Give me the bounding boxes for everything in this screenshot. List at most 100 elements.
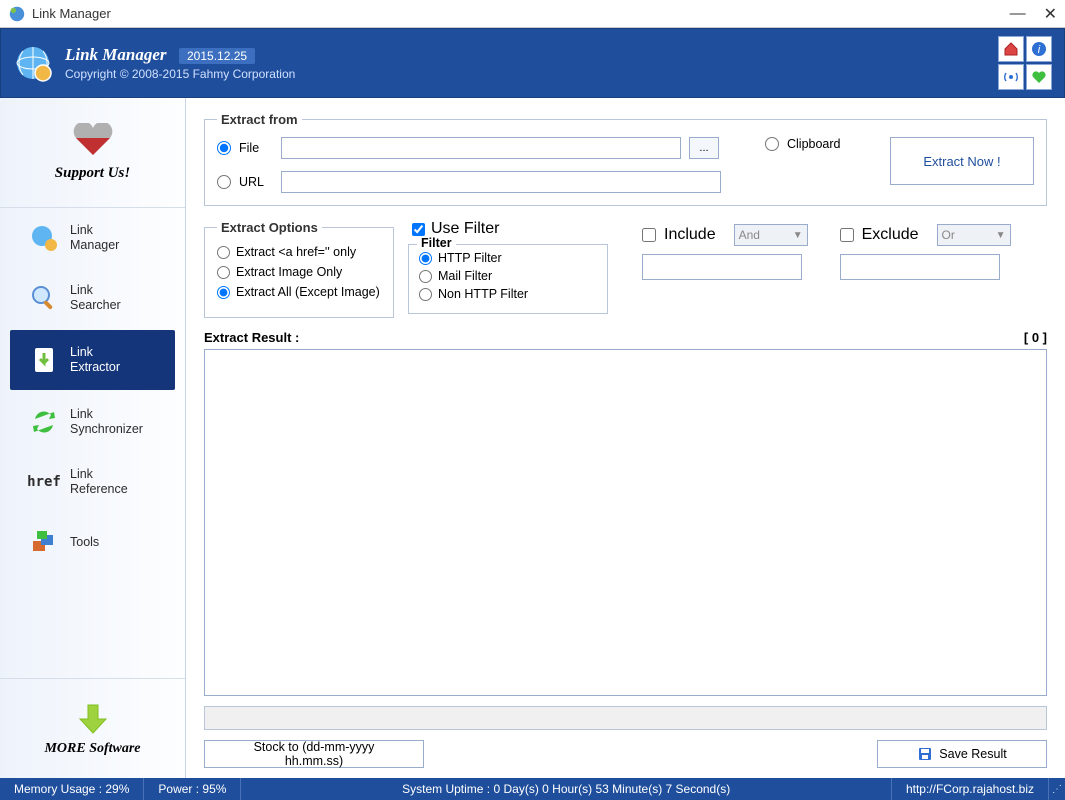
result-list[interactable] bbox=[204, 349, 1047, 696]
result-count: [ 0 ] bbox=[1024, 330, 1047, 345]
save-label: Save Result bbox=[939, 747, 1006, 761]
opt-label: Extract <a href='' only bbox=[236, 245, 356, 259]
copyright-text: Copyright © 2008-2015 Fahmy Corporation bbox=[65, 67, 295, 81]
chevron-down-icon: ▼ bbox=[793, 230, 803, 241]
exclude-label: Exclude bbox=[862, 226, 919, 244]
opt-label: Mail Filter bbox=[438, 269, 492, 283]
extract-from-group: Extract from File ... URL bbox=[204, 112, 1047, 206]
app-header: Link Manager 2015.12.25 Copyright © 2008… bbox=[0, 28, 1065, 98]
non-http-filter-radio[interactable] bbox=[419, 288, 432, 301]
include-checkbox[interactable] bbox=[642, 228, 656, 242]
power-cell: Power : 95% bbox=[144, 778, 241, 800]
support-us-button[interactable]: Support Us! bbox=[0, 98, 185, 208]
window-title: Link Manager bbox=[32, 6, 111, 21]
include-label: Include bbox=[664, 226, 716, 244]
stock-to-button[interactable]: Stock to (dd-mm-yyyy hh.mm.ss) bbox=[204, 740, 424, 768]
home-icon bbox=[1003, 41, 1019, 57]
nav-label: Extractor bbox=[70, 360, 120, 375]
version-badge: 2015.12.25 bbox=[179, 48, 255, 64]
header-title: Link Manager bbox=[65, 45, 167, 64]
broadcast-icon bbox=[1003, 69, 1019, 85]
clipboard-radio[interactable] bbox=[765, 137, 779, 151]
file-radio[interactable] bbox=[217, 141, 231, 155]
heart-icon bbox=[1031, 69, 1047, 85]
extract-options-group: Extract Options Extract <a href='' only … bbox=[204, 220, 394, 318]
extract-now-button[interactable]: Extract Now ! bbox=[890, 137, 1034, 185]
mail-filter-radio[interactable] bbox=[419, 270, 432, 283]
include-operator-select[interactable]: And▼ bbox=[734, 224, 808, 246]
opt-label: Extract All (Except Image) bbox=[236, 285, 380, 299]
home-button[interactable] bbox=[998, 36, 1024, 62]
arrow-down-icon bbox=[76, 701, 110, 735]
nav-label: Tools bbox=[70, 535, 99, 550]
more-software-button[interactable]: MORE Software bbox=[0, 678, 185, 778]
browse-file-button[interactable]: ... bbox=[689, 137, 719, 159]
filter-legend: Filter bbox=[417, 236, 456, 250]
info-icon: i bbox=[1031, 41, 1047, 57]
close-button[interactable]: ✕ bbox=[1044, 4, 1057, 24]
opt-label: Non HTTP Filter bbox=[438, 287, 528, 301]
include-text-input[interactable] bbox=[642, 254, 802, 280]
download-doc-icon bbox=[28, 344, 60, 376]
url-radio[interactable] bbox=[217, 175, 231, 189]
sidebar-item-link-reference[interactable]: href LinkReference bbox=[0, 452, 185, 512]
sync-icon bbox=[28, 406, 60, 438]
file-path-input[interactable] bbox=[281, 137, 681, 159]
filter-group: Filter HTTP Filter Mail Filter Non HTTP … bbox=[408, 244, 608, 314]
sidebar-item-link-extractor[interactable]: LinkExtractor bbox=[10, 330, 175, 390]
url-input[interactable] bbox=[281, 171, 721, 193]
heart-icon bbox=[72, 123, 114, 157]
extract-href-radio[interactable] bbox=[217, 246, 230, 259]
extract-options-legend: Extract Options bbox=[217, 220, 322, 235]
chevron-down-icon: ▼ bbox=[996, 230, 1006, 241]
clipboard-radio-label: Clipboard bbox=[787, 137, 841, 151]
more-label: MORE Software bbox=[44, 741, 140, 757]
magnifier-icon bbox=[28, 282, 60, 314]
extract-image-radio[interactable] bbox=[217, 266, 230, 279]
nav-label: Searcher bbox=[70, 298, 121, 313]
url-radio-label: URL bbox=[239, 175, 273, 189]
nav-label: Reference bbox=[70, 482, 128, 497]
sidebar-item-link-synchronizer[interactable]: LinkSynchronizer bbox=[0, 392, 185, 452]
sidebar-item-tools[interactable]: Tools bbox=[0, 512, 185, 572]
statusbar: Memory Usage : 29% Power : 95% System Up… bbox=[0, 778, 1065, 800]
result-label: Extract Result : bbox=[204, 330, 299, 345]
memory-usage-cell: Memory Usage : 29% bbox=[0, 778, 144, 800]
use-filter-checkbox[interactable] bbox=[412, 223, 425, 236]
opt-label: Extract Image Only bbox=[236, 265, 342, 279]
globe-icon bbox=[13, 43, 53, 83]
uptime-cell: System Uptime : 0 Day(s) 0 Hour(s) 53 Mi… bbox=[241, 778, 892, 800]
nav-label: Synchronizer bbox=[70, 422, 143, 437]
save-result-button[interactable]: Save Result bbox=[877, 740, 1047, 768]
minimize-button[interactable]: — bbox=[1010, 5, 1026, 23]
sidebar-item-link-manager[interactable]: LinkManager bbox=[0, 208, 185, 268]
nav-label: Link bbox=[70, 345, 120, 360]
sidebar-item-link-searcher[interactable]: LinkSearcher bbox=[0, 268, 185, 328]
nav-label: Link bbox=[70, 223, 119, 238]
nav-label: Link bbox=[70, 467, 128, 482]
exclude-operator-select[interactable]: Or▼ bbox=[937, 224, 1011, 246]
website-cell[interactable]: http://FCorp.rajahost.biz bbox=[892, 778, 1049, 800]
exclude-text-input[interactable] bbox=[840, 254, 1000, 280]
window-titlebar: Link Manager — ✕ bbox=[0, 0, 1065, 28]
exclude-checkbox[interactable] bbox=[840, 228, 854, 242]
nav-label: Manager bbox=[70, 238, 119, 253]
update-button[interactable] bbox=[998, 64, 1024, 90]
extract-all-radio[interactable] bbox=[217, 286, 230, 299]
file-radio-label: File bbox=[239, 141, 273, 155]
resize-grip[interactable]: ⋰ bbox=[1049, 778, 1065, 800]
nav-label: Link bbox=[70, 283, 121, 298]
donate-button[interactable] bbox=[1026, 64, 1052, 90]
save-icon bbox=[917, 746, 933, 762]
blocks-icon bbox=[28, 526, 60, 558]
progress-bar bbox=[204, 706, 1047, 730]
main-panel: Extract from File ... URL bbox=[186, 98, 1065, 778]
opt-label: HTTP Filter bbox=[438, 251, 502, 265]
http-filter-radio[interactable] bbox=[419, 252, 432, 265]
info-button[interactable]: i bbox=[1026, 36, 1052, 62]
extract-from-legend: Extract from bbox=[217, 112, 302, 127]
nav-label: Link bbox=[70, 407, 143, 422]
globe-link-icon bbox=[28, 222, 60, 254]
sidebar: Support Us! LinkManager LinkSearcher Lin… bbox=[0, 98, 186, 778]
app-icon bbox=[8, 5, 26, 23]
